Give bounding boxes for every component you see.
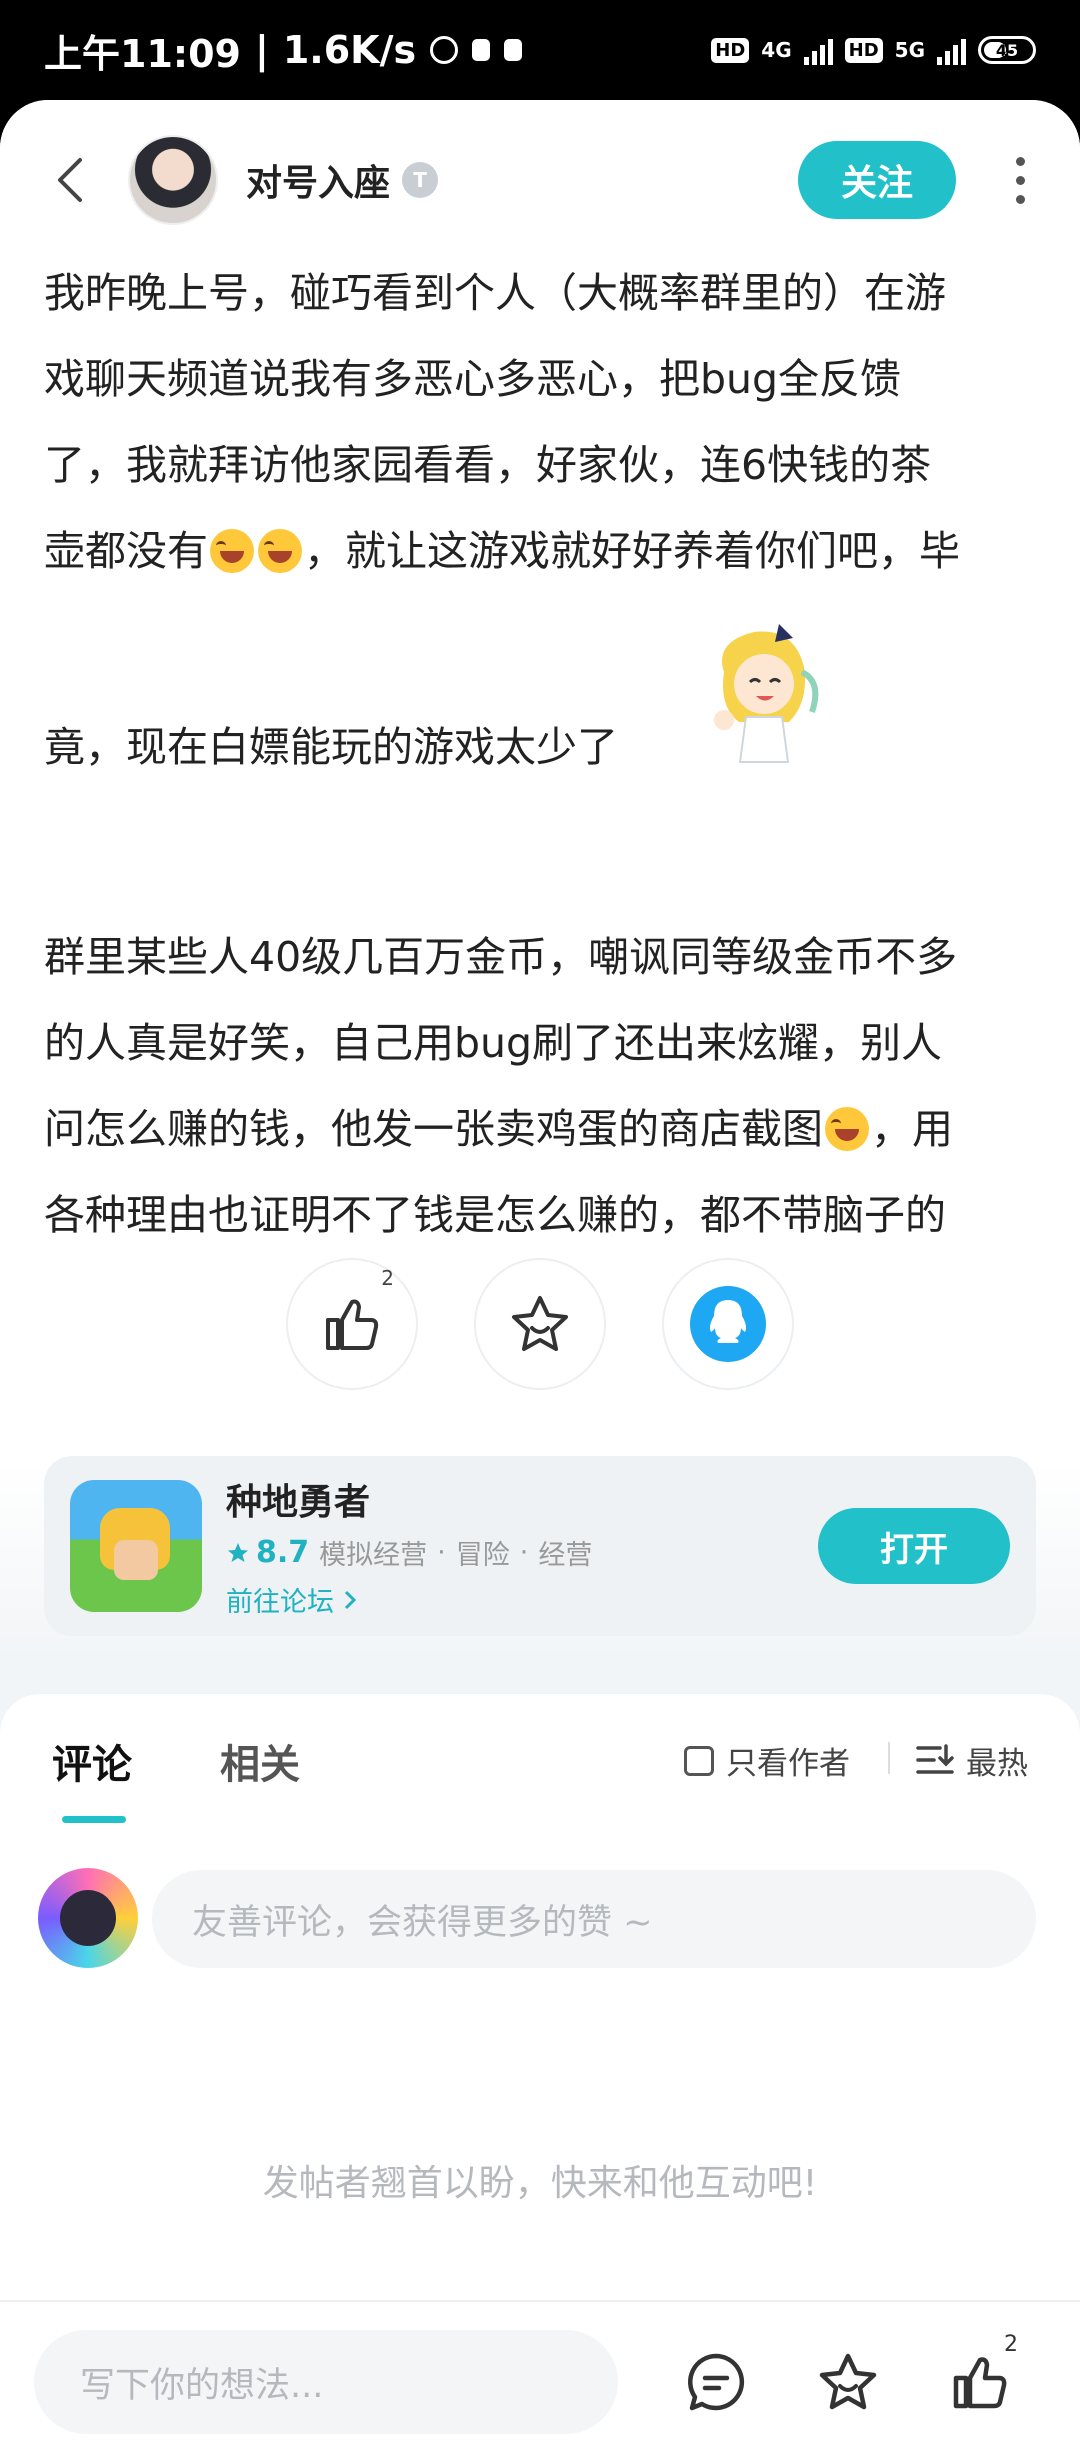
shield-icon bbox=[504, 39, 523, 61]
status-time: 上午11:09 bbox=[44, 31, 241, 76]
divider bbox=[888, 1742, 890, 1774]
thumbs-up-icon bbox=[326, 1299, 379, 1350]
app-tag-3: 经营 bbox=[538, 1540, 593, 1571]
post-line-3: 了，我就拜访他家园看看，好家伙，连6快钱的茶 bbox=[44, 441, 932, 489]
sort-button[interactable]: 最热 bbox=[916, 1738, 1028, 1783]
share-qq-button[interactable] bbox=[662, 1258, 794, 1390]
post-line-8-a: 问怎么赚的钱，他发一张卖鸡蛋的商店截图 bbox=[44, 1105, 823, 1153]
post-sheet: 对号入座 T 关注 我昨晚上号，碰巧看到个人（大概率群里的）在游 戏聊天频道说我… bbox=[0, 100, 1080, 2460]
forum-link[interactable]: 前往论坛 bbox=[226, 1580, 592, 1619]
post-line-5: 竟，现在白嫖能玩的游戏太少了 bbox=[44, 723, 618, 771]
tag-separator: · bbox=[519, 1537, 529, 1568]
alarm-icon bbox=[430, 36, 459, 64]
qq-icon bbox=[690, 1286, 766, 1362]
comments-panel: 评论 相关 只看作者 最热 友善评论，会获得更多的赞 ~ 发帖者翘首以盼，快来和… bbox=[0, 1694, 1080, 2384]
app-meta: 8.7 模拟经营 · 冒险 · 经营 bbox=[226, 1533, 592, 1572]
post-line-2: 戏聊天频道说我有多恶心多恶心，把bug全反馈 bbox=[44, 355, 902, 403]
tab-comments[interactable]: 评论 bbox=[52, 1732, 132, 1790]
laughing-emoji-icon bbox=[258, 529, 302, 573]
status-divider: | bbox=[254, 28, 269, 72]
signal-icon bbox=[803, 35, 833, 65]
post-line-6: 群里某些人40级几百万金币，嘲讽同等级金币不多 bbox=[44, 933, 958, 981]
post-line-8-b: ，用 bbox=[871, 1105, 953, 1153]
post-line-1: 我昨晚上号，碰巧看到个人（大概率群里的）在游 bbox=[44, 269, 946, 317]
sort-label: 最热 bbox=[966, 1746, 1028, 1782]
status-bar: 上午11:09 | 1.6K/s HD 4G HD 5G 45 bbox=[0, 0, 1080, 100]
app-card[interactable]: 种地勇者 8.7 模拟经营 · 冒险 · 经营 前往论坛 打开 bbox=[44, 1456, 1036, 1636]
checkbox-icon[interactable] bbox=[684, 1745, 714, 1776]
tab-related[interactable]: 相关 bbox=[220, 1732, 300, 1790]
app-rating: 8.7 bbox=[226, 1535, 309, 1570]
forum-link-label: 前往论坛 bbox=[226, 1587, 334, 1618]
author-only-label: 只看作者 bbox=[726, 1746, 850, 1782]
more-options-icon[interactable] bbox=[1000, 156, 1040, 204]
open-app-button[interactable]: 打开 bbox=[818, 1508, 1010, 1584]
hd-badge-2: HD bbox=[844, 37, 883, 63]
like-count: 2 bbox=[381, 1266, 394, 1290]
tag-separator: · bbox=[437, 1537, 446, 1568]
app-tag-2: 冒险 bbox=[455, 1540, 510, 1571]
status-left: 上午11:09 | 1.6K/s bbox=[44, 23, 523, 78]
post-line-7: 的人真是好笑，自己用bug刷了还出来炫耀，别人 bbox=[44, 1019, 943, 1067]
notification-icon bbox=[472, 39, 491, 61]
follow-button[interactable]: 关注 bbox=[798, 141, 956, 219]
bottom-comment-input[interactable]: 写下你的想法... bbox=[34, 2330, 618, 2434]
app-rating-value: 8.7 bbox=[256, 1535, 310, 1570]
comment-icon[interactable] bbox=[676, 2342, 756, 2422]
signal-icon-2 bbox=[937, 35, 966, 65]
bottom-bar: 写下你的想法... 2 bbox=[0, 2300, 1080, 2460]
post-actions: 2 bbox=[0, 1258, 1080, 1390]
tab-active-indicator bbox=[62, 1816, 126, 1823]
comment-tabs: 评论 相关 只看作者 最热 bbox=[0, 1694, 1080, 1824]
level-badge: T bbox=[402, 162, 439, 198]
app-name[interactable]: 种地勇者 bbox=[226, 1473, 592, 1525]
app-info: 种地勇者 8.7 模拟经营 · 冒险 · 经营 前往论坛 bbox=[226, 1473, 592, 1619]
post-body: 我昨晚上号，碰巧看到个人（大概率群里的）在游 戏聊天频道说我有多恶心多恶心，把b… bbox=[44, 250, 1044, 1258]
post-line-4-b: ，就让这游戏就好好养着你们吧，毕 bbox=[304, 527, 960, 575]
battery-icon: 45 bbox=[978, 36, 1036, 64]
sort-icon bbox=[916, 1743, 954, 1774]
user-avatar[interactable] bbox=[38, 1868, 138, 1968]
network-type-1: 4G bbox=[761, 38, 792, 62]
favorite-star-icon[interactable] bbox=[808, 2342, 888, 2422]
like-button[interactable]: 2 bbox=[286, 1258, 418, 1390]
post-line-4: 壶都没有 ，就让这游戏就好好养着你们吧，毕 bbox=[44, 508, 1044, 594]
author-name[interactable]: 对号入座 bbox=[246, 154, 390, 206]
post-header: 对号入座 T 关注 bbox=[0, 100, 1080, 260]
laughing-emoji-icon bbox=[210, 529, 254, 573]
app-tag-1: 模拟经营 bbox=[319, 1540, 428, 1571]
star-filled-icon bbox=[228, 1542, 248, 1562]
anime-girl-sticker bbox=[714, 624, 819, 763]
author-only-toggle[interactable]: 只看作者 bbox=[684, 1738, 850, 1783]
sticker-line: 竟，现在白嫖能玩的游戏太少了 bbox=[44, 594, 1044, 814]
author-avatar[interactable] bbox=[128, 135, 218, 225]
back-icon[interactable] bbox=[40, 150, 100, 210]
favorite-button[interactable] bbox=[474, 1258, 606, 1390]
app-icon[interactable] bbox=[70, 1480, 202, 1612]
post-line-4-a: 壶都没有 bbox=[44, 527, 208, 575]
network-type-2: 5G bbox=[894, 38, 925, 62]
status-speed: 1.6K/s bbox=[282, 28, 417, 72]
comment-input[interactable]: 友善评论，会获得更多的赞 ~ bbox=[152, 1870, 1036, 1968]
post-line-8: 问怎么赚的钱，他发一张卖鸡蛋的商店截图 ，用 bbox=[44, 1086, 1044, 1172]
status-right: HD 4G HD 5G 45 bbox=[711, 35, 1036, 65]
laughing-emoji-icon bbox=[825, 1107, 869, 1151]
bottom-like-count: 2 bbox=[1004, 2332, 1018, 2357]
battery-level: 45 bbox=[995, 40, 1019, 60]
star-icon bbox=[512, 1296, 568, 1351]
empty-comments-hint: 发帖者翘首以盼，快来和他互动吧! bbox=[262, 2163, 818, 2204]
chevron-right-icon bbox=[344, 1590, 357, 1609]
hd-badge: HD bbox=[711, 37, 750, 63]
post-line-9: 各种理由也证明不了钱是怎么赚的，都不带脑子的 bbox=[44, 1191, 946, 1239]
